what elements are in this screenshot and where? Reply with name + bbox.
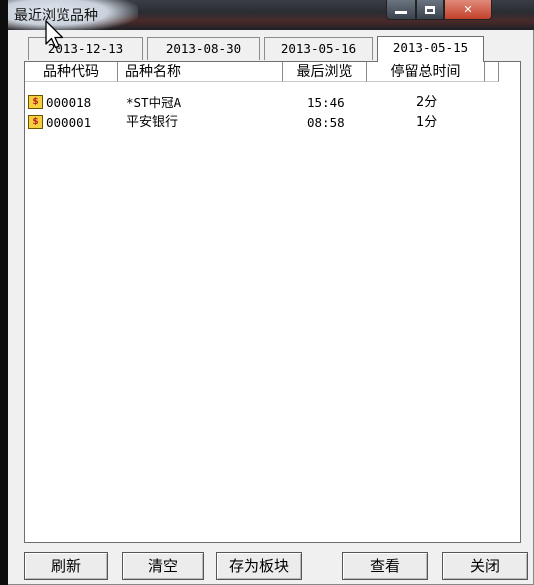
recent-browse-window: 最近浏览品种 ✕ 2013-12-13 2013-08-30 2013-05-1… [8, 0, 534, 585]
stock-icon: $ [28, 95, 43, 109]
last-view-time: 08:58 [307, 115, 345, 130]
stock-icon: $ [28, 115, 43, 129]
list-item[interactable]: $ 000001 平安银行 08:58 1分 [25, 114, 520, 132]
title-bar[interactable]: 最近浏览品种 ✕ [8, 0, 534, 30]
desktop-edge [0, 0, 8, 585]
column-header-last-view[interactable]: 最后浏览 [283, 62, 367, 82]
column-header-duration[interactable]: 停留总时间 [367, 62, 485, 82]
maximize-button[interactable] [416, 0, 444, 20]
view-button[interactable]: 查看 [342, 552, 428, 580]
last-view-time: 15:46 [307, 95, 345, 110]
clear-button[interactable]: 清空 [122, 552, 204, 580]
tab-date-2[interactable]: 2013-08-30 [147, 37, 260, 60]
stock-name: *ST中冠A [126, 95, 182, 110]
save-as-block-button[interactable]: 存为板块 [216, 552, 302, 580]
recent-stock-list[interactable]: 品种代码 品种名称 最后浏览 停留总时间 $ 000018 *ST中冠A 15:… [24, 61, 521, 543]
close-icon: ✕ [463, 3, 473, 16]
stock-name: 平安银行 [126, 115, 179, 130]
stay-duration: 1分 [416, 115, 438, 130]
column-header-spacer [485, 62, 499, 82]
maximize-icon [425, 5, 435, 14]
close-window-button[interactable]: ✕ [444, 0, 492, 20]
list-header: 品种代码 品种名称 最后浏览 停留总时间 [25, 62, 520, 84]
minimize-button[interactable] [386, 0, 416, 20]
refresh-button[interactable]: 刷新 [24, 552, 108, 580]
close-button[interactable]: 关闭 [442, 552, 528, 580]
stay-duration: 2分 [416, 95, 438, 110]
column-header-name[interactable]: 品种名称 [118, 62, 283, 82]
mouse-cursor-icon [45, 20, 64, 49]
minimize-icon [395, 11, 407, 14]
stock-code: 000018 [46, 95, 92, 110]
stock-code: 000001 [46, 115, 92, 130]
tab-date-3[interactable]: 2013-05-16 [264, 37, 373, 60]
tab-date-4[interactable]: 2013-05-15 [377, 36, 484, 62]
column-header-code[interactable]: 品种代码 [25, 62, 118, 82]
list-item[interactable]: $ 000018 *ST中冠A 15:46 2分 [25, 94, 520, 112]
